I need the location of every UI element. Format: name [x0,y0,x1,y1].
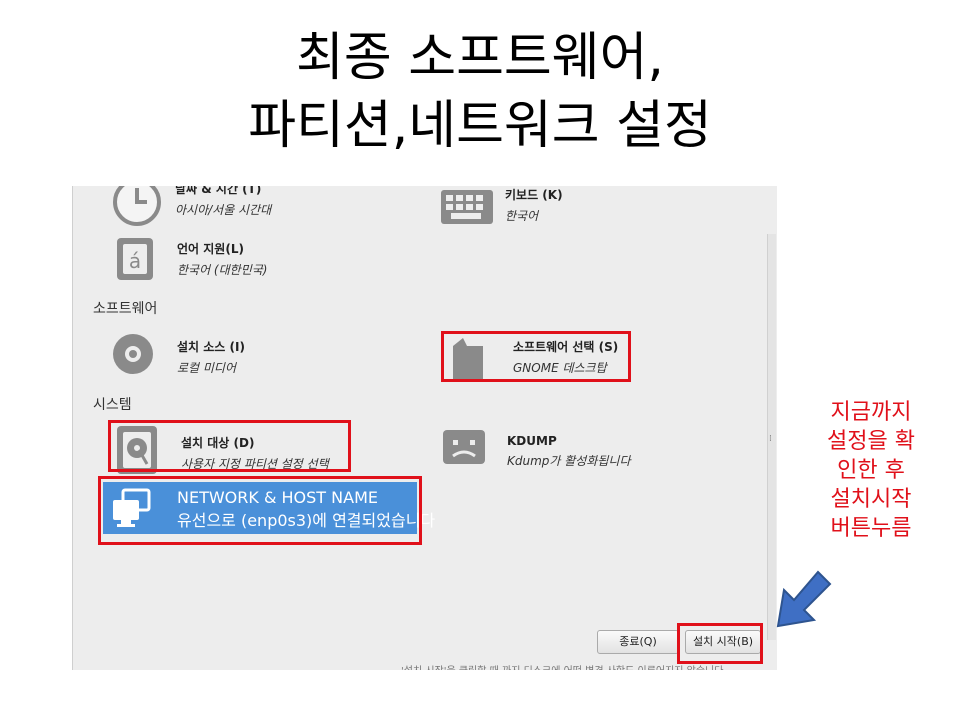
annotation-line-4: 설치시작 [830,487,912,512]
kdump-icon [443,430,485,464]
section-system-label: 시스템 [93,397,132,413]
spoke-datetime[interactable]: 날짜 & 시간 (T) 아시아/서울 시간대 [109,186,409,230]
language-icon: á [117,238,153,280]
arrow-icon [776,570,832,628]
spoke-kdump[interactable]: KDUMP Kdump가 활성화됩니다 [441,428,741,484]
slide-title-line2: 파티션,네트워크 설정 [248,96,712,156]
clock-icon [113,186,161,226]
disc-icon [113,334,153,374]
highlight-box-network [98,476,422,545]
spoke-keyboard-title: 키보드 (K) [505,188,563,202]
slide-title-line1: 최종 소프트웨어, [296,28,664,88]
keyboard-icon [441,190,493,224]
spoke-keyboard-status: 한국어 [505,209,539,223]
spoke-install-source[interactable]: 설치 소스 (I) 로컬 미디어 [111,332,411,388]
highlight-box-software [441,331,631,382]
section-software-label: 소프트웨어 [93,301,158,317]
annotation-line-1: 지금까지 [830,400,912,425]
spoke-language[interactable]: á 언어 지원(L) 한국어 (대한민국) [111,234,411,290]
spoke-keyboard[interactable]: 키보드 (K) 한국어 [439,186,739,240]
spoke-datetime-title: 날짜 & 시간 (T) [175,186,262,196]
spoke-source-title: 설치 소스 (I) [177,340,245,354]
annotation-line-5: 버튼누름 [830,516,912,541]
spoke-kdump-status: Kdump가 활성화됩니다 [507,454,631,468]
spoke-kdump-title: KDUMP [507,434,557,448]
spoke-language-status: 한국어 (대한민국) [177,263,268,277]
spoke-language-title: 언어 지원(L) [177,242,244,256]
annotation-line-3: 인한 후 [837,458,905,483]
spoke-source-status: 로컬 미디어 [177,361,237,375]
svg-text:á: á [129,249,141,273]
footnote-text: '설치 시작'을 클릭할 때 까지 디스크에 어떤 변경 사항도 이루어지지 않… [401,662,724,670]
annotation-text: 지금까지 설정을 확 인한 후 설치시작 버튼누름 [806,398,936,543]
spoke-datetime-status: 아시아/서울 시간대 [175,203,272,217]
quit-button[interactable]: 종료(Q) [597,630,679,654]
highlight-box-destination [108,420,351,472]
scrollbar-grip-icon[interactable]: ⁞ [769,434,772,444]
annotation-line-2: 설정을 확 [827,429,915,454]
highlight-box-begin [677,623,763,664]
